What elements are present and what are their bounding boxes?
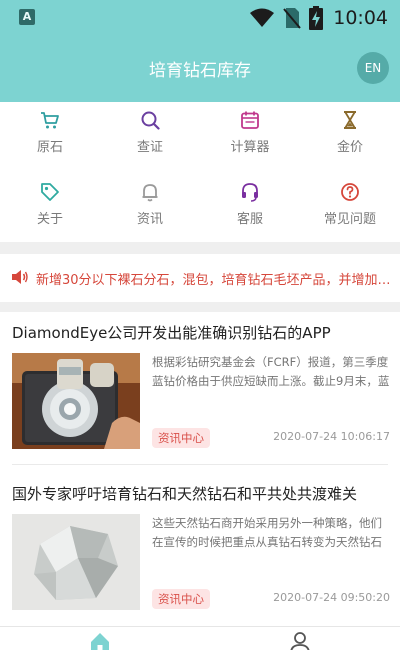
notice-text: 新增30分以下裸石分石，混包，培育钻石毛坯产品，并增加了定制服务	[36, 273, 394, 288]
battery-charging-icon	[309, 6, 324, 30]
menu-item-customer-service[interactable]: 客服	[200, 174, 300, 244]
clock: 10:04	[333, 7, 388, 29]
search-icon	[141, 111, 160, 130]
menu-item-gold-price[interactable]: 金价	[300, 102, 400, 172]
news-title: 国外专家呼吁培育钻石和天然钻石和平共处共渡难关	[12, 485, 358, 503]
news-title: DiamondEye公司开发出能准确识别钻石的APP	[12, 324, 331, 342]
no-sim-icon	[283, 8, 301, 29]
menu-label: 查证	[136, 140, 163, 155]
menu-label: 计算器	[230, 140, 270, 155]
news-date: 2020-07-24 10:06:17	[273, 430, 390, 443]
menu-item-faq[interactable]: 常见问题	[300, 174, 400, 244]
menu-item-about[interactable]: 关于	[0, 174, 100, 244]
divider	[12, 464, 388, 465]
menu-item-news[interactable]: 资讯	[100, 174, 200, 244]
menu-label: 原石	[36, 140, 63, 155]
bottom-tab-bar	[0, 626, 400, 650]
status-bar: A 10:04	[0, 0, 400, 36]
scanner-device-image	[12, 353, 140, 449]
app-notification-icon: A	[19, 9, 35, 25]
notice-bar[interactable]: 新增30分以下裸石分石，混包，培育钻石毛坯产品，并增加了定制服务	[0, 254, 400, 302]
headset-icon	[242, 183, 258, 202]
app-header: A 10:04 培育钻石库存 EN	[0, 0, 400, 102]
news-item[interactable]: DiamondEye公司开发出能准确识别钻石的APP 根据彩钻研究基金会（FCR…	[0, 312, 400, 465]
calendar-icon	[241, 111, 259, 129]
news-summary: 根据彩钻研究基金会（FCRF）报道，第三季度蓝钻价格由于供应短缺而上涨。截止9月…	[152, 355, 390, 388]
menu-label: 客服	[236, 212, 263, 227]
news-feed: DiamondEye公司开发出能准确识别钻石的APP 根据彩钻研究基金会（FCR…	[0, 312, 400, 626]
menu-item-verify[interactable]: 查证	[100, 102, 200, 172]
cart-icon	[41, 112, 59, 129]
menu-label: 常见问题	[323, 212, 376, 227]
wifi-icon	[250, 8, 275, 27]
language-button[interactable]: EN	[357, 52, 389, 84]
user-icon[interactable]	[289, 631, 311, 650]
home-icon[interactable]	[89, 631, 111, 650]
menu-item-calculator[interactable]: 计算器	[200, 102, 300, 172]
news-item[interactable]: 国外专家呼吁培育钻石和天然钻石和平共处共渡难关 这些天然钻石商开始采用另外一种策…	[0, 473, 400, 625]
menu-item-rough-stone[interactable]: 原石	[0, 102, 100, 172]
page-title: 培育钻石库存	[149, 61, 251, 81]
menu-grid: 原石 查证 计算器 金价 关于 资讯 客服 常见问题	[0, 102, 400, 242]
menu-label: 关于	[36, 212, 63, 227]
menu-label: 金价	[336, 140, 363, 155]
speaker-icon	[12, 270, 28, 284]
question-icon	[341, 183, 359, 201]
rough-diamond-image	[12, 514, 140, 610]
menu-label: 资讯	[136, 212, 163, 227]
tag-icon	[41, 183, 59, 201]
hourglass-icon	[344, 111, 356, 129]
news-date: 2020-07-24 09:50:20	[273, 591, 390, 604]
status-icons: 10:04	[249, 4, 388, 32]
category-badge: 资讯中心	[152, 589, 210, 609]
bell-icon	[142, 184, 158, 202]
news-summary: 这些天然钻石商开始采用另外一种策略，他们在宣传的时候把重点从真钻石转变为天然钻石…	[152, 516, 382, 549]
category-badge: 资讯中心	[152, 428, 210, 448]
